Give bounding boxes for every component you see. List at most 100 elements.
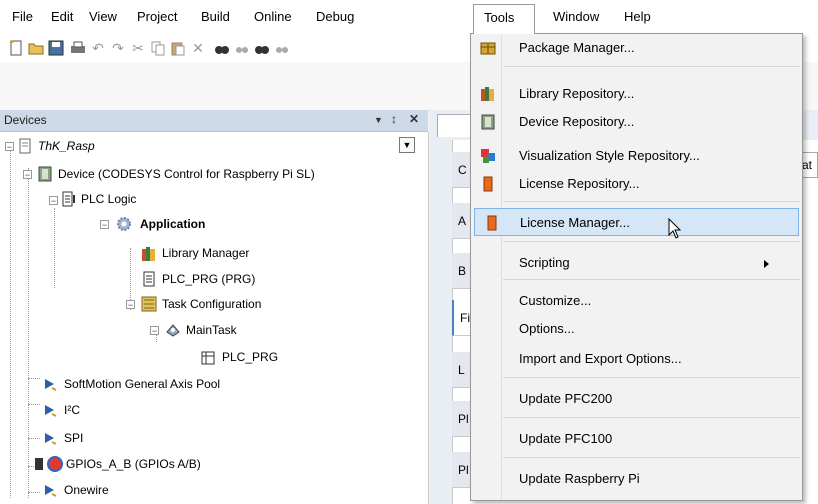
menu-license-repository[interactable]: License Repository... xyxy=(471,170,802,198)
pin-icon[interactable]: ↕ xyxy=(391,112,397,126)
menu-tools[interactable]: Tools xyxy=(473,4,535,34)
panel-menu-icon[interactable]: ▼ xyxy=(374,115,383,125)
menu-package-manager-label: Package Manager... xyxy=(519,40,635,55)
delete-icon[interactable]: ✕ xyxy=(190,40,206,56)
expand-toggle[interactable]: − xyxy=(150,326,159,336)
menu-scripting[interactable]: Scripting xyxy=(471,249,802,277)
find-icon[interactable] xyxy=(214,40,230,56)
new-project-icon[interactable] xyxy=(8,40,24,56)
menu-online[interactable]: Online xyxy=(254,9,292,24)
connector-icon xyxy=(45,485,57,497)
tree-gpios[interactable]: GPIOs_A_B (GPIOs A/B) xyxy=(66,454,201,474)
expand-toggle[interactable]: − xyxy=(23,170,32,180)
menu-library-repository-label: Library Repository... xyxy=(519,86,635,101)
task-icon xyxy=(166,324,180,337)
menu-window[interactable]: Window xyxy=(553,9,599,24)
find-replace-icon[interactable] xyxy=(254,40,270,56)
tree-main-task[interactable]: MainTask xyxy=(186,320,237,340)
library-repository-icon xyxy=(481,87,494,101)
menu-update-pfc200-label: Update PFC200 xyxy=(519,391,613,406)
find-next-icon[interactable] xyxy=(234,40,250,56)
submenu-arrow-icon xyxy=(764,260,769,268)
tree-onewire[interactable]: Onewire xyxy=(64,480,109,500)
plc-logic-icon xyxy=(62,191,75,207)
menu-options[interactable]: Options... xyxy=(471,315,802,343)
devices-panel-title: Devices xyxy=(4,113,47,127)
menu-license-manager[interactable]: License Manager... xyxy=(474,208,799,236)
tree-task-configuration[interactable]: Task Configuration xyxy=(162,294,261,314)
tree-softmotion-axis-pool[interactable]: SoftMotion General Axis Pool xyxy=(64,374,220,394)
tree-device[interactable]: Device (CODESYS Control for Raspberry Pi… xyxy=(58,164,315,184)
menu-update-pfc100[interactable]: Update PFC100 xyxy=(471,425,802,453)
menu-tools-label: Tools xyxy=(484,10,515,25)
tools-menu: Package Manager... Library Repository...… xyxy=(470,33,803,501)
program-call-icon xyxy=(201,351,215,365)
undo-icon[interactable]: ↶ xyxy=(90,40,106,56)
library-manager-icon xyxy=(142,247,155,261)
print-icon[interactable] xyxy=(70,40,86,56)
devices-tree xyxy=(0,132,429,504)
mouse-cursor-icon xyxy=(668,218,682,239)
replace-icon[interactable] xyxy=(274,40,290,56)
menu-customize-label: Customize... xyxy=(519,293,592,308)
close-panel-icon[interactable]: ✕ xyxy=(409,112,419,126)
expand-toggle[interactable]: − xyxy=(126,300,135,310)
tree-spi[interactable]: SPI xyxy=(64,428,83,448)
redo-icon[interactable]: ↷ xyxy=(110,40,126,56)
pou-icon xyxy=(143,271,155,287)
menu-customize[interactable]: Customize... xyxy=(471,287,802,315)
expand-toggle[interactable]: − xyxy=(49,196,58,206)
menu-library-repository[interactable]: Library Repository... xyxy=(471,80,802,108)
menu-options-label: Options... xyxy=(519,321,575,336)
tree-i2c[interactable]: I²C xyxy=(64,400,80,420)
copy-icon[interactable] xyxy=(150,40,166,56)
menu-import-export-label: Import and Export Options... xyxy=(519,351,682,366)
menu-import-export-options[interactable]: Import and Export Options... xyxy=(471,345,802,373)
menu-device-repository-label: Device Repository... xyxy=(519,114,635,129)
tree-plc-logic[interactable]: PLC Logic xyxy=(81,189,136,209)
menu-project[interactable]: Project xyxy=(137,9,177,24)
menu-build[interactable]: Build xyxy=(201,9,230,24)
device-repository-icon xyxy=(481,114,495,130)
menu-debug[interactable]: Debug xyxy=(316,9,354,24)
open-project-icon[interactable] xyxy=(28,40,44,56)
gpio-status-icon xyxy=(35,456,63,472)
menu-license-repository-label: License Repository... xyxy=(519,176,640,191)
menu-device-repository[interactable]: Device Repository... xyxy=(471,108,802,136)
license-repository-icon xyxy=(483,176,493,192)
devices-panel-header: Devices ▼ ↕ ✕ xyxy=(0,110,428,132)
tree-application[interactable]: Application xyxy=(140,214,205,234)
device-icon xyxy=(38,166,52,182)
menu-update-raspberry-pi-label: Update Raspberry Pi xyxy=(519,471,640,486)
save-icon[interactable] xyxy=(48,40,64,56)
application-gear-icon xyxy=(117,217,131,231)
menu-edit[interactable]: Edit xyxy=(51,9,73,24)
menu-view[interactable]: View xyxy=(89,9,117,24)
paste-icon[interactable] xyxy=(170,40,186,56)
tree-library-manager[interactable]: Library Manager xyxy=(162,243,249,263)
menu-scripting-label: Scripting xyxy=(519,255,570,270)
package-manager-icon xyxy=(480,42,496,55)
menu-package-manager[interactable]: Package Manager... xyxy=(471,34,802,62)
root-dropdown-button[interactable]: ▼ xyxy=(399,137,415,153)
license-manager-icon xyxy=(487,215,497,231)
tree-main-task-plc-prg[interactable]: PLC_PRG xyxy=(222,347,278,367)
menu-help[interactable]: Help xyxy=(624,9,651,24)
menu-visualization-style-label: Visualization Style Repository... xyxy=(519,148,700,163)
menu-update-pfc200[interactable]: Update PFC200 xyxy=(471,385,802,413)
menu-visualization-style-repository[interactable]: Visualization Style Repository... xyxy=(471,142,802,170)
menu-update-raspberry-pi[interactable]: Update Raspberry Pi xyxy=(471,465,802,493)
tree-root-project[interactable]: ThK_Rasp xyxy=(38,136,95,156)
menu-file[interactable]: File xyxy=(12,9,33,24)
tree-plc-prg[interactable]: PLC_PRG (PRG) xyxy=(162,269,255,289)
cut-icon[interactable]: ✂ xyxy=(130,40,146,56)
project-icon xyxy=(19,138,31,154)
task-configuration-icon xyxy=(141,296,157,312)
menu-license-manager-label: License Manager... xyxy=(520,215,630,230)
menu-bar: File Edit View Project Build Online Debu… xyxy=(0,0,818,35)
connector-icon xyxy=(45,405,57,417)
connector-icon xyxy=(45,379,57,391)
expand-toggle[interactable]: − xyxy=(100,220,109,230)
visualization-style-icon xyxy=(481,149,495,163)
expand-toggle[interactable]: − xyxy=(5,142,14,152)
